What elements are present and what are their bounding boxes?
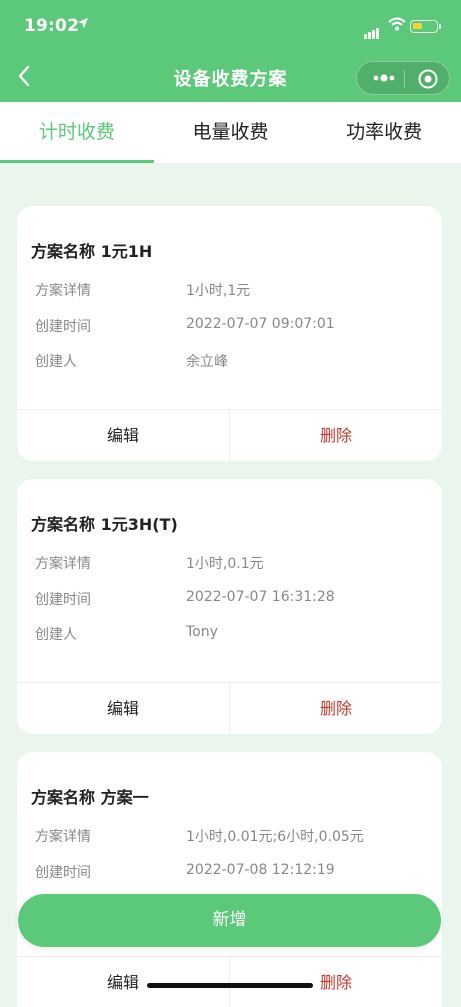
created-time-value: 2022-07-07 16:31:28 (186, 589, 335, 605)
delete-button[interactable]: 删除 (230, 957, 442, 1007)
tab-power-usage-charge[interactable]: 电量收费 (154, 102, 308, 163)
more-dots-icon[interactable] (367, 68, 403, 88)
tab-time-charge[interactable]: 计时收费 (0, 102, 154, 163)
delete-button[interactable]: 删除 (230, 410, 442, 461)
detail-value: 1小时,1元 (186, 283, 251, 299)
plan-card: 方案名称 1元1H 方案详情 1小时,1元 创建时间 2022-07-07 09… (17, 206, 442, 461)
card-actions: 编辑 删除 (17, 682, 442, 734)
edit-button[interactable]: 编辑 (17, 683, 230, 734)
status-bar: 19:02 (0, 0, 461, 50)
creator-label: 创建人 (35, 354, 77, 370)
created-time-label: 创建时间 (35, 592, 91, 608)
creator-row: 创建人 余立峰 (35, 351, 228, 371)
battery-icon (410, 20, 441, 33)
created-time-row: 创建时间 2022-07-07 09:07:01 (35, 316, 335, 336)
creator-label: 创建人 (35, 627, 77, 643)
created-time-label: 创建时间 (35, 319, 91, 335)
created-time-row: 创建时间 2022-07-08 12:12:19 (35, 862, 335, 882)
header-bar: 19:02 设备收费方案 (0, 0, 461, 102)
plan-name: 方案名称 1元1H (31, 242, 153, 261)
capsule-divider (404, 70, 405, 88)
signal-icon (364, 20, 380, 39)
tab-bar: 计时收费 电量收费 功率收费 (0, 102, 461, 163)
detail-row: 方案详情 1小时,0.01元;6小时,0.05元 (35, 826, 364, 846)
detail-label: 方案详情 (35, 283, 91, 299)
add-plan-button[interactable]: 新增 (18, 894, 441, 947)
created-time-value: 2022-07-08 12:12:19 (186, 862, 335, 878)
edit-button[interactable]: 编辑 (17, 957, 230, 1007)
close-target-icon[interactable] (417, 68, 439, 90)
detail-row: 方案详情 1小时,1元 (35, 280, 250, 300)
card-actions: 编辑 删除 (17, 956, 442, 1007)
plan-name: 方案名称 1元3H(T) (31, 515, 178, 534)
plan-name: 方案名称 方案一 (31, 788, 149, 807)
tab-wattage-charge[interactable]: 功率收费 (307, 102, 461, 163)
home-indicator (147, 983, 313, 988)
card-actions: 编辑 删除 (17, 409, 442, 461)
creator-value: Tony (186, 624, 218, 640)
detail-label: 方案详情 (35, 829, 91, 845)
plan-card: 方案名称 1元3H(T) 方案详情 1小时,0.1元 创建时间 2022-07-… (17, 479, 442, 734)
creator-value: 余立峰 (186, 354, 228, 370)
detail-row: 方案详情 1小时,0.1元 (35, 553, 264, 573)
detail-value: 1小时,0.01元;6小时,0.05元 (186, 829, 364, 845)
status-time: 19:02 (24, 16, 80, 36)
detail-value: 1小时,0.1元 (186, 556, 264, 572)
wifi-icon (388, 16, 406, 36)
created-time-row: 创建时间 2022-07-07 16:31:28 (35, 589, 335, 609)
detail-label: 方案详情 (35, 556, 91, 572)
edit-button[interactable]: 编辑 (17, 410, 230, 461)
creator-row: 创建人 Tony (35, 624, 218, 644)
created-time-label: 创建时间 (35, 865, 91, 881)
nav-bar: 设备收费方案 (0, 55, 461, 99)
delete-button[interactable]: 删除 (230, 683, 442, 734)
miniprogram-capsule (356, 61, 450, 95)
plan-list: 方案名称 1元1H 方案详情 1小时,1元 创建时间 2022-07-07 09… (17, 206, 442, 1007)
location-arrow-icon (77, 17, 89, 33)
created-time-value: 2022-07-07 09:07:01 (186, 316, 335, 332)
